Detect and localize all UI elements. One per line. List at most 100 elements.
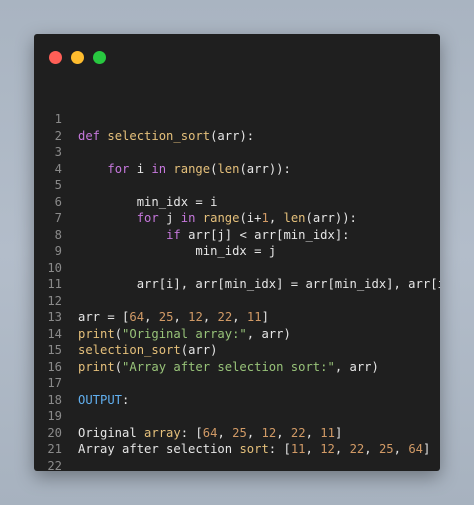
code-token: 25 [232,425,247,440]
code-line: 21 Array after selection sort: [11, 12, 2… [34,441,440,458]
code-token: , [393,442,409,456]
line-number: 22 [47,458,62,472]
code-token: , [173,310,189,324]
line-number: 17 [47,376,62,390]
line-number: 19 [47,409,62,423]
code-token: "Array after selection sort:" [122,359,335,374]
code-text: min_idx = j [78,243,276,260]
line-number: 1 [54,112,62,126]
code-line: 19 [34,408,440,425]
code-token: (arr)): [239,161,291,176]
code-token: , [144,310,159,324]
code-line: 6 min_idx = i [34,194,440,211]
code-token: 12 [261,425,277,440]
code-token: arr = [ [78,310,130,324]
code-text: arr = [64, 25, 12, 22, 11] [78,309,269,326]
code-line: 8 if arr[j] < arr[min_idx]: [34,227,440,244]
code-token: selection_sort [78,343,181,357]
code-token: 25 [158,310,174,324]
code-token: , [334,442,350,456]
code-token: in [151,161,174,176]
code-text: for j in range(i+1, len(arr)): [78,210,357,227]
code-token: 22 [290,425,306,440]
line-number: 11 [47,277,62,291]
code-token: j [166,211,181,225]
line-number: 4 [54,161,62,176]
code-token: def [78,128,108,143]
code-token: (arr): [210,128,255,143]
code-text: for i in range(len(arr)): [78,161,291,178]
code-token: sort [239,442,269,456]
code-token: , arr) [334,359,379,374]
code-token: , [246,425,262,440]
code-line: 20 Original array: [64, 25, 12, 22, 11] [34,425,440,442]
code-token: 11 [290,442,306,456]
code-token: len [217,161,240,176]
line-number: 2 [54,128,62,143]
code-text: if arr[j] < arr[min_idx]: [78,227,350,244]
code-token: 1 [261,211,269,225]
code-text: selection_sort(arr) [78,342,217,359]
close-window-button[interactable] [49,51,62,64]
minimize-window-button[interactable] [71,51,84,64]
code-line: 7 for j in range(i+1, len(arr)): [34,210,440,227]
code-line: 2 def selection_sort(arr): [34,128,440,145]
line-number: 16 [47,359,62,374]
code-line: 1 [34,111,440,128]
code-token: , [364,442,379,456]
line-number: 13 [47,310,62,324]
line-number: 9 [54,244,62,258]
code-text: OUTPUT: [78,392,129,409]
code-token: : [ [180,425,203,440]
line-number: 15 [47,343,62,357]
code-token: ( [114,359,123,374]
line-number: 20 [47,425,62,440]
code-token: arr[j] < arr[min_idx]: [188,227,350,242]
code-token: range [202,211,240,225]
code-token: , arr) [246,326,291,341]
code-token: 22 [349,442,365,456]
code-token: , [268,211,284,225]
code-line: 13 arr = [64, 25, 12, 22, 11] [34,309,440,326]
code-line: 3 [34,144,440,161]
line-number: 6 [54,194,62,209]
code-token: Original [78,425,145,440]
code-token: , [232,310,247,324]
code-token: len [283,211,306,225]
window-titlebar [34,34,440,80]
code-token: 12 [320,442,335,456]
line-number: 8 [54,227,62,242]
code-token: print [78,359,115,374]
line-number: 7 [54,211,62,225]
code-text: print("Array after selection sort:", arr… [78,359,379,376]
page-background: { "window": { "controls": { "close_color… [0,0,474,505]
code-editor: 1 2 def selection_sort(arr): 3 4 for i in ra… [34,111,440,471]
code-token: if [166,227,189,242]
code-token: 64 [202,425,218,440]
code-token: 11 [320,425,335,440]
code-token: 11 [246,310,262,324]
code-line: 18 OUTPUT: [34,392,440,409]
code-line: 10 [34,260,440,277]
code-token: 64 [408,442,423,456]
code-window: 1 2 def selection_sort(arr): 3 4 for i in ra… [34,34,440,471]
code-line: 12 [34,293,440,310]
code-line: 17 [34,375,440,392]
code-token: , [276,425,291,440]
code-token: ] [261,310,269,324]
code-token: array [144,425,181,440]
code-line: 5 [34,177,440,194]
line-number: 10 [47,260,62,275]
maximize-window-button[interactable] [93,51,106,64]
code-token: (arr)): [305,211,357,225]
code-token: for [136,211,167,225]
code-line: 22 [34,458,440,472]
line-number: 3 [54,145,62,159]
code-token: : [ [268,442,291,456]
code-token: , [305,425,321,440]
code-token: for [107,161,137,176]
code-token: ( [114,326,123,341]
code-token: min_idx = j [78,244,277,258]
